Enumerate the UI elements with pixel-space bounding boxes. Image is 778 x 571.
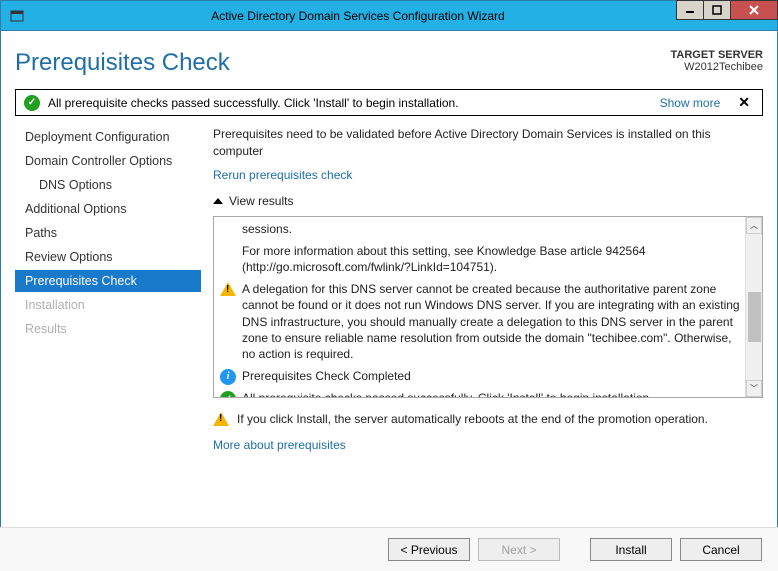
sidebar-item-dc-options[interactable]: Domain Controller Options [15,150,201,172]
next-button: Next > [478,538,560,561]
sidebar-item-dns-options[interactable]: DNS Options [15,174,201,196]
result-item: A delegation for this DNS server cannot … [242,281,742,362]
view-results-toggle[interactable]: View results [213,194,763,208]
target-server-label: TARGET SERVER [671,49,764,61]
maximize-button[interactable] [703,0,731,20]
sidebar-item-results: Results [15,318,201,340]
close-button[interactable] [730,0,778,20]
target-server-value: W2012Techibee [671,61,764,73]
sidebar-item-deployment-config[interactable]: Deployment Configuration [15,126,201,148]
install-button[interactable]: Install [590,538,672,561]
result-text: Prerequisites Check Completed [242,369,411,383]
app-icon [5,4,29,28]
result-item: For more information about this setting,… [242,243,742,275]
window-controls [676,1,777,23]
result-item: ✓ All prerequisite checks passed success… [242,390,742,396]
sidebar-item-review-options[interactable]: Review Options [15,246,201,268]
show-more-link[interactable]: Show more [660,96,721,110]
install-warning-text: If you click Install, the server automat… [237,412,708,426]
previous-button[interactable]: < Previous [388,538,470,561]
result-item: i Prerequisites Check Completed [242,368,742,384]
view-results-label: View results [229,194,293,208]
page-title: Prerequisites Check [15,49,230,77]
info-icon: i [220,369,236,385]
result-text: A delegation for this DNS server cannot … [242,282,740,361]
scroll-down-button[interactable]: ﹀ [746,380,762,397]
result-text: sessions. [242,222,292,236]
target-server-info: TARGET SERVER W2012Techibee [671,49,764,73]
sidebar-item-paths[interactable]: Paths [15,222,201,244]
banner-close-icon[interactable]: ✕ [738,94,750,111]
check-icon: ✓ [24,95,40,111]
scroll-thumb[interactable] [748,292,761,342]
chevron-up-icon [213,198,223,204]
window-title: Active Directory Domain Services Configu… [29,9,777,23]
warning-icon [213,412,229,426]
rerun-prerequisites-link[interactable]: Rerun prerequisites check [213,168,763,182]
intro-text: Prerequisites need to be validated befor… [213,126,763,160]
install-warning: If you click Install, the server automat… [213,412,763,426]
cancel-button[interactable]: Cancel [680,538,762,561]
warning-icon [220,282,236,296]
wizard-footer: < Previous Next > Install Cancel [0,527,778,571]
check-icon: ✓ [220,391,236,396]
titlebar[interactable]: Active Directory Domain Services Configu… [1,1,777,31]
scroll-up-button[interactable]: ︿ [746,217,762,234]
scroll-track[interactable] [746,234,762,380]
sidebar-item-prerequisites-check[interactable]: Prerequisites Check [15,270,201,292]
banner-text: All prerequisite checks passed successfu… [48,96,459,110]
results-box: sessions. For more information about thi… [213,216,763,398]
results-scrollbar[interactable]: ︿ ﹀ [745,217,762,397]
wizard-sidebar: Deployment Configuration Domain Controll… [15,126,201,513]
status-banner: ✓ All prerequisite checks passed success… [15,89,763,116]
sidebar-item-additional-options[interactable]: Additional Options [15,198,201,220]
minimize-button[interactable] [676,0,704,20]
result-text: For more information about this setting,… [242,244,646,274]
more-about-prerequisites-link[interactable]: More about prerequisites [213,438,763,452]
result-text: All prerequisite checks passed successfu… [242,391,653,396]
sidebar-item-installation: Installation [15,294,201,316]
result-item: sessions. [242,221,742,237]
